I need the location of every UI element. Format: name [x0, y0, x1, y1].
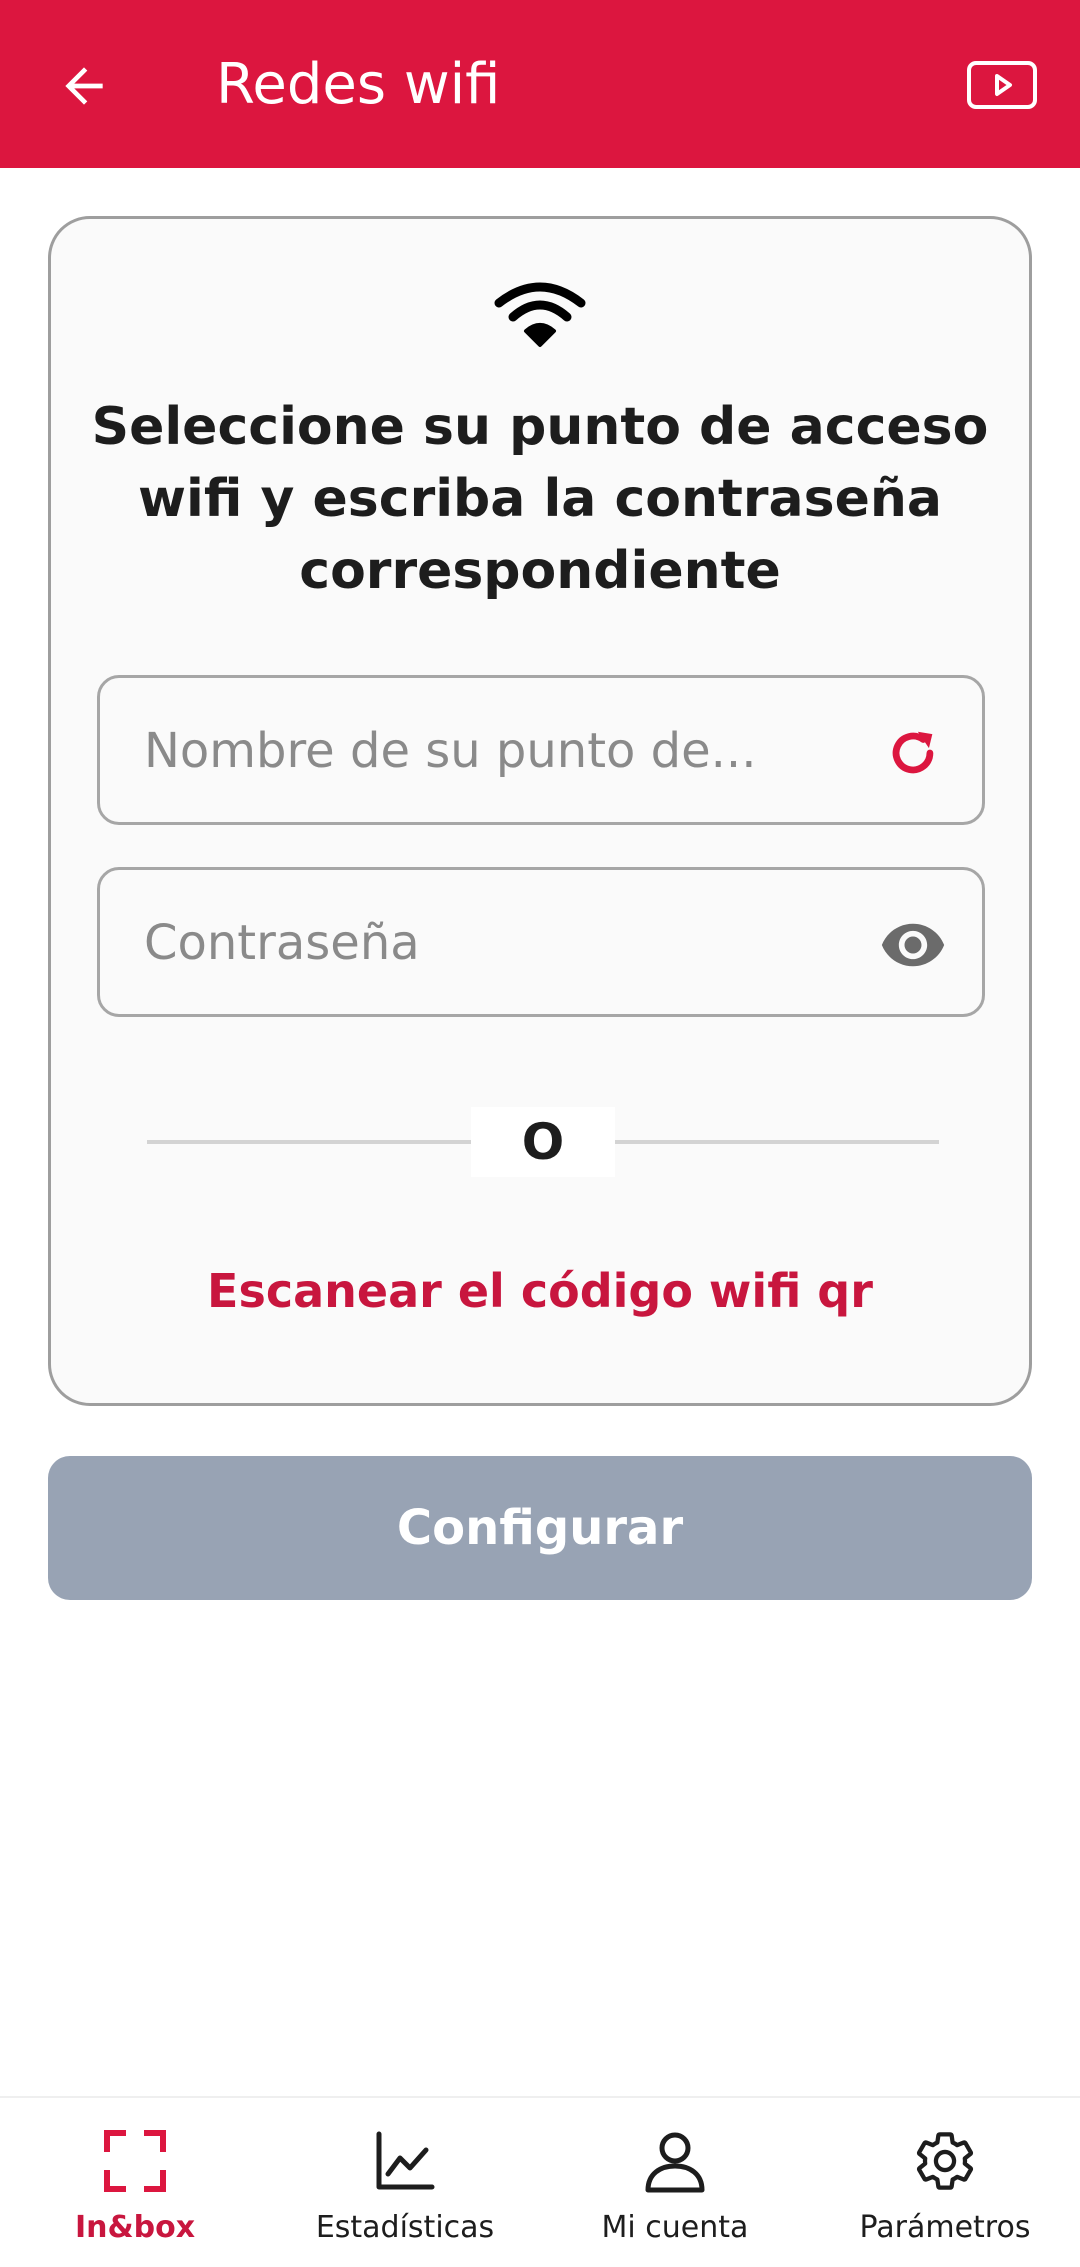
user-icon	[645, 2132, 705, 2193]
app-bar: Redes wifi	[0, 0, 1080, 168]
toggle-password-visibility-button[interactable]	[878, 910, 948, 980]
ssid-field[interactable]	[97, 675, 985, 825]
nav-item-statistics[interactable]: Estadísticas	[270, 2098, 540, 2267]
nav-item-inbox[interactable]: In&box	[0, 2098, 270, 2267]
refresh-networks-button[interactable]	[878, 718, 948, 788]
password-input[interactable]	[144, 900, 834, 986]
divider-or-text: O	[471, 1107, 615, 1177]
arrow-left-icon	[65, 67, 103, 105]
nav-label: Parámetros	[859, 2210, 1031, 2245]
video-tutorial-button[interactable]	[960, 52, 1044, 118]
or-divider: O	[147, 1107, 939, 1177]
wifi-icon	[494, 282, 586, 347]
nav-label: Estadísticas	[315, 2210, 495, 2245]
wifi-form-card: Seleccione su punto de acceso wifi y esc…	[48, 216, 1032, 1406]
configure-button[interactable]: Configurar	[48, 1456, 1032, 1600]
nav-label: Mi cuenta	[601, 2210, 749, 2245]
password-field[interactable]	[97, 867, 985, 1017]
scan-frame-icon	[104, 2130, 166, 2192]
ssid-input[interactable]	[144, 708, 834, 794]
instruction-heading: Seleccione su punto de acceso wifi y esc…	[91, 397, 989, 601]
gear-icon	[916, 2132, 974, 2190]
eye-icon	[881, 923, 945, 967]
scan-qr-link[interactable]: Escanear el código wifi qr	[51, 1261, 1029, 1321]
bottom-navigation: In&box Estadísticas Mi cuenta Parámetros	[0, 2096, 1080, 2267]
nav-item-my-account[interactable]: Mi cuenta	[540, 2098, 810, 2267]
nav-item-settings[interactable]: Parámetros	[810, 2098, 1080, 2267]
page-title: Redes wifi	[216, 52, 501, 117]
refresh-icon	[892, 731, 934, 774]
back-button[interactable]	[42, 44, 126, 128]
wifi-networks-screen: Redes wifi Seleccione su punto de acceso…	[0, 0, 1080, 2267]
video-play-icon	[967, 61, 1037, 109]
chart-line-icon	[376, 2131, 435, 2190]
nav-label: In&box	[74, 2210, 196, 2245]
divider-line-left	[147, 1140, 471, 1144]
divider-line-right	[615, 1140, 939, 1144]
